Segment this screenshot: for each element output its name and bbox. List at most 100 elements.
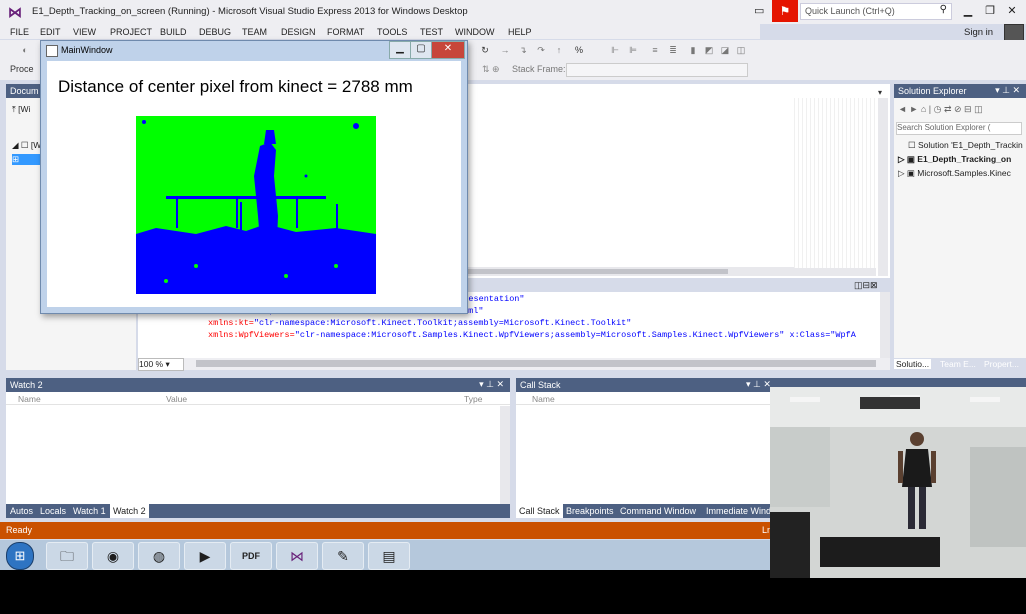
main-window-minimize-button[interactable]: ▁	[389, 41, 411, 59]
show-next-statement-icon[interactable]: →	[500, 45, 510, 55]
document-outline-title: Docum	[10, 86, 39, 96]
pane-controls-icon[interactable]: ▾ ⊥ ✕	[995, 85, 1020, 96]
menu-design[interactable]: DESIGN	[281, 27, 316, 37]
tab-immediate-window[interactable]: Immediate Wind	[706, 506, 771, 516]
menu-team[interactable]: TEAM	[242, 27, 267, 37]
quick-launch-input[interactable]: Quick Launch (Ctrl+Q) ⚲	[800, 3, 952, 20]
threads-icon[interactable]: ⇅ ⊕	[482, 64, 500, 75]
media-player-icon[interactable]: ▶	[184, 542, 226, 570]
project-item[interactable]: ▷ ▣ E1_Depth_Tracking_on	[898, 154, 1011, 165]
watch-title: Watch 2	[10, 380, 43, 390]
align-icon[interactable]: ⊩	[610, 45, 620, 55]
menu-view[interactable]: VIEW	[73, 27, 96, 37]
solution-search-input[interactable]: Search Solution Explorer (	[896, 122, 1022, 135]
tab-breakpoints[interactable]: Breakpoints	[566, 506, 614, 516]
comment-icon[interactable]: ≡	[650, 45, 660, 55]
split-view-icons[interactable]: ◫⊟⊠	[854, 280, 878, 291]
zoom-dropdown[interactable]: 100 % ▾	[138, 358, 184, 371]
restore-button[interactable]: ❐	[978, 2, 1002, 20]
dropdown-arrow-icon[interactable]: ▾	[878, 88, 882, 97]
code-vertical-scrollbar[interactable]	[880, 292, 890, 360]
feedback-flag-icon[interactable]: ⚑	[772, 0, 798, 22]
main-window-client: Distance of center pixel from kinect = 2…	[47, 61, 461, 307]
watch-scrollbar[interactable]	[500, 406, 510, 504]
column-name[interactable]: Name	[532, 394, 555, 404]
stack-frame-dropdown[interactable]	[566, 63, 748, 77]
watch-header: Watch 2 ▾ ⊥ ✕	[6, 378, 510, 392]
webcam-image	[770, 387, 1026, 578]
paint-icon[interactable]: ✎	[322, 542, 364, 570]
tab-solution-explorer[interactable]: Solutio...	[894, 359, 932, 369]
notification-icon[interactable]: ▭	[754, 4, 764, 17]
designer-vertical-scrollbar[interactable]	[878, 98, 888, 276]
code-line: xmlns:kt="clr-namespace:Microsoft.Kinect…	[208, 318, 632, 328]
chrome-icon[interactable]: ◉	[92, 542, 134, 570]
firefox-icon[interactable]: ◍	[138, 542, 180, 570]
watch-pane: Watch 2 ▾ ⊥ ✕ Name Value Type Autos Loca…	[6, 378, 510, 518]
toggle-hex-icon[interactable]: %	[574, 45, 584, 55]
bookmark-prev-icon[interactable]: ◩	[704, 45, 714, 55]
editor-zoom-bar: 100 % ▾	[138, 358, 890, 371]
visual-studio-icon[interactable]: ⋈	[276, 542, 318, 570]
window-icon	[46, 45, 58, 57]
main-window-close-button[interactable]: ✕	[431, 41, 465, 59]
back-icon[interactable]: ◐	[20, 45, 30, 55]
column-name[interactable]: Name	[18, 394, 41, 404]
title-bar: ⋈ E1_Depth_Tracking_on_screen (Running) …	[0, 0, 1026, 24]
minimize-button[interactable]: ▁	[956, 2, 980, 20]
bookmark-next-icon[interactable]: ◪	[720, 45, 730, 55]
tab-properties[interactable]: Propert...	[984, 359, 1019, 369]
menu-edit[interactable]: EDIT	[40, 27, 61, 37]
outline-item[interactable]: ⤒ [Wi	[12, 104, 30, 115]
menu-help[interactable]: HELP	[508, 27, 532, 37]
tab-locals[interactable]: Locals	[40, 506, 66, 516]
visual-studio-logo-icon: ⋈	[8, 4, 22, 20]
kinect-depth-image	[136, 116, 376, 294]
tab-team-explorer[interactable]: Team E...	[940, 359, 976, 369]
notepad-icon[interactable]: ▤	[368, 542, 410, 570]
window-title: E1_Depth_Tracking_on_screen (Running) - …	[32, 6, 468, 17]
menu-test[interactable]: TEST	[420, 27, 443, 37]
column-type[interactable]: Type	[464, 394, 482, 404]
clear-bookmarks-icon[interactable]: ◫	[736, 45, 746, 55]
main-window-maximize-button[interactable]: ▢	[410, 41, 432, 59]
menu-debug[interactable]: DEBUG	[199, 27, 231, 37]
pane-controls-icon[interactable]: ▾ ⊥ ✕	[746, 379, 771, 390]
column-value[interactable]: Value	[166, 394, 187, 404]
close-button[interactable]: ✕	[1000, 2, 1024, 20]
menu-tools[interactable]: TOOLS	[377, 27, 407, 37]
code-horizontal-scrollbar[interactable]	[196, 360, 876, 367]
menu-file[interactable]: FILE	[10, 27, 29, 37]
uncomment-icon[interactable]: ≣	[668, 45, 678, 55]
pane-controls-icon[interactable]: ▾ ⊥ ✕	[479, 379, 504, 390]
sign-in-link[interactable]: Sign in	[964, 27, 993, 38]
solution-explorer-pane: Solution Explorer ▾ ⊥ ✕ ◄ ► ⌂ | ◷ ⇄ ⊘ ⊟ …	[894, 84, 1026, 370]
process-label: Proce	[10, 64, 34, 74]
tab-watch-1[interactable]: Watch 1	[73, 506, 106, 516]
main-window-dialog: MainWindow ▁ ▢ ✕ Distance of center pixe…	[40, 40, 468, 314]
bookmark-icon[interactable]: ▮	[688, 45, 698, 55]
restart-icon[interactable]: ↻	[480, 45, 490, 55]
align-right-icon[interactable]: ⊫	[628, 45, 638, 55]
tab-command-window[interactable]: Command Window	[620, 506, 696, 516]
watch-column-headers: Name Value Type	[6, 392, 510, 405]
step-over-icon[interactable]: ↷	[536, 45, 546, 55]
outline-item[interactable]: ◢ ☐ [W	[12, 140, 41, 151]
tab-watch-2[interactable]: Watch 2	[110, 504, 149, 518]
step-into-icon[interactable]: ↴	[518, 45, 528, 55]
start-button[interactable]: ⊞	[6, 542, 34, 570]
windows-taskbar: ⊞ 🗀 ◉ ◍ ▶ PDF ⋈ ✎ ▤	[0, 540, 770, 570]
project-item[interactable]: ▷ ▣ Microsoft.Samples.Kinec	[898, 168, 1011, 179]
menu-window[interactable]: WINDOW	[455, 27, 495, 37]
solution-toolbar[interactable]: ◄ ► ⌂ | ◷ ⇄ ⊘ ⊟ ◫	[898, 104, 983, 115]
main-window-title: MainWindow	[61, 45, 113, 55]
explorer-folder-icon[interactable]: 🗀	[46, 542, 88, 570]
menu-project[interactable]: PROJECT	[110, 27, 152, 37]
menu-format[interactable]: FORMAT	[327, 27, 364, 37]
tab-autos[interactable]: Autos	[10, 506, 33, 516]
step-out-icon[interactable]: ↑	[554, 45, 564, 55]
menu-build[interactable]: BUILD	[160, 27, 187, 37]
pdf-reader-icon[interactable]: PDF	[230, 542, 272, 570]
tab-call-stack[interactable]: Call Stack	[516, 504, 563, 518]
solution-item[interactable]: ☐ Solution 'E1_Depth_Trackin	[908, 140, 1023, 151]
